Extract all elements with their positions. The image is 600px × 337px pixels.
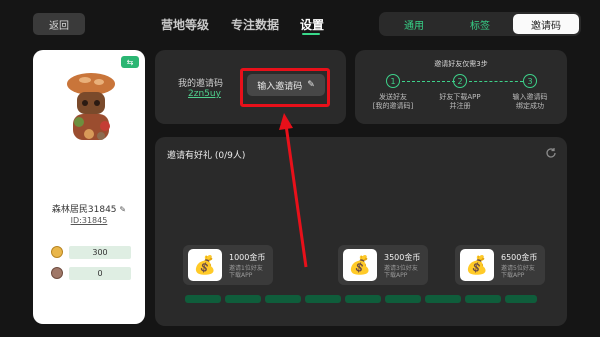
step-2-badge: 2 — [453, 74, 467, 88]
reward-card-1: 💰 1000金币 邀请1位好友 下载APP — [183, 245, 273, 285]
reward-amount: 6500金币 — [501, 253, 538, 262]
progress-segment — [425, 295, 461, 303]
step-1-text: 发送好友 [我的邀请码] — [372, 93, 414, 110]
user-name: 森林居民31845 ✎ — [51, 205, 127, 215]
progress-segment — [465, 295, 501, 303]
progress-segment — [225, 295, 261, 303]
user-id[interactable]: ID:31845 — [33, 216, 145, 225]
reward-desc: 邀请5位好友 下载APP — [501, 265, 535, 279]
coins-value: 300 — [69, 245, 131, 259]
back-button[interactable]: 返回 — [33, 13, 85, 35]
profile-card: ⇆ 森林居民31845 ✎ ID:31845 300 0 — [33, 50, 145, 324]
progress-segment — [305, 295, 341, 303]
switch-icon[interactable]: ⇆ — [121, 56, 139, 68]
my-invite-code-label: 我的邀请码 — [178, 79, 224, 89]
step-3-badge: 3 — [523, 74, 537, 88]
avatar — [67, 73, 115, 140]
tab-camp-level[interactable]: 营地等级 — [161, 16, 209, 33]
highlight-box — [240, 68, 330, 107]
segment-tags[interactable]: 标签 — [447, 14, 513, 34]
step-3-text: 输入邀请码 绑定成功 — [512, 93, 548, 110]
progress-segment — [345, 295, 381, 303]
coin-bag-icon: 💰 — [460, 249, 494, 281]
steps-title: 邀请好友仅需3步 — [434, 60, 488, 68]
step-connector — [402, 81, 455, 82]
active-tab-indicator — [302, 33, 320, 35]
coin-icon — [51, 246, 63, 258]
reward-amount: 1000金币 — [229, 253, 266, 262]
gems-row: 0 — [51, 266, 131, 280]
step-2-text: 好友下载APP 并注册 — [439, 93, 481, 110]
segment-invite-code[interactable]: 邀请码 — [513, 14, 579, 34]
acorn-icon — [51, 267, 63, 279]
segment-general[interactable]: 通用 — [381, 14, 447, 34]
rewards-title: 邀请有好礼 (0/9人) — [167, 151, 246, 161]
edit-icon[interactable]: ✎ — [119, 205, 126, 214]
coin-bag-icon: 💰 — [188, 249, 222, 281]
reward-card-2: 💰 3500金币 邀请3位好友 下载APP — [338, 245, 428, 285]
tab-focus-data[interactable]: 专注数据 — [231, 16, 279, 33]
coins-row: 300 — [51, 245, 131, 259]
progress-segment — [265, 295, 301, 303]
progress-segment — [385, 295, 421, 303]
tab-settings[interactable]: 设置 — [300, 16, 324, 33]
progress-segment — [505, 295, 537, 303]
settings-screen: 返回 营地等级 专注数据 设置 通用 标签 邀请码 ⇆ 森林居民31845 ✎ … — [0, 0, 600, 337]
invite-steps-card: 邀请好友仅需3步 1 2 3 发送好友 [我的邀请码] 好友下载APP 并注册 … — [355, 50, 567, 124]
step-connector — [469, 81, 523, 82]
progress-segment — [185, 295, 221, 303]
my-invite-code[interactable]: 2zn5uy — [188, 89, 221, 99]
reward-card-3: 💰 6500金币 邀请5位好友 下载APP — [455, 245, 545, 285]
gems-value: 0 — [69, 266, 131, 280]
invite-rewards-panel: 邀请有好礼 (0/9人) 💰 1000金币 邀请1位好友 下载APP 💰 350… — [155, 137, 567, 326]
reward-desc: 邀请3位好友 下载APP — [384, 265, 418, 279]
refresh-icon[interactable] — [545, 147, 557, 159]
settings-segmented-control: 通用 标签 邀请码 — [379, 12, 581, 36]
reward-desc: 邀请1位好友 下载APP — [229, 265, 263, 279]
reward-amount: 3500金币 — [384, 253, 421, 262]
step-1-badge: 1 — [386, 74, 400, 88]
coin-bag-icon: 💰 — [343, 249, 377, 281]
